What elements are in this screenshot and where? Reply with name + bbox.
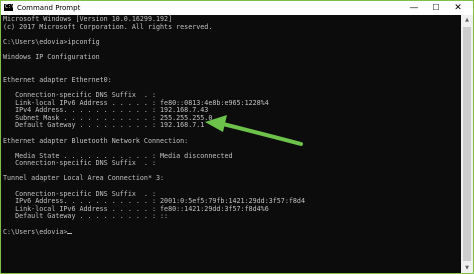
command-prompt-window: C:\ Command Prompt — ☐ ✕ Microsoft Windo… <box>0 0 474 274</box>
annotation-arrow <box>205 115 303 146</box>
